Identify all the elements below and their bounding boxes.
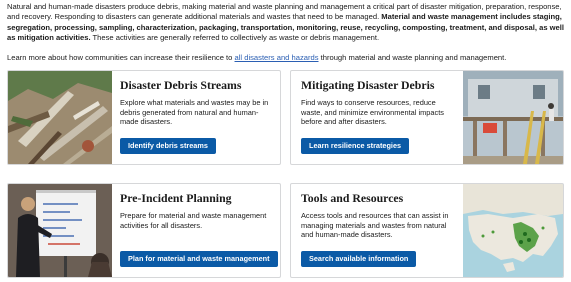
- card-body: Disaster Debris Streams Explore what mat…: [120, 78, 275, 127]
- card-title: Disaster Debris Streams: [120, 78, 242, 92]
- learn-more-paragraph: Learn more about how communities can inc…: [7, 53, 567, 63]
- card-pre-incident-planning: Pre-Incident Planning Prepare for materi…: [7, 183, 281, 278]
- plan-material-waste-management-button[interactable]: Plan for material and waste management: [120, 251, 278, 267]
- debris-photo: [8, 71, 112, 164]
- planning-meeting-photo: [8, 184, 112, 277]
- identify-debris-streams-button[interactable]: Identify debris streams: [120, 138, 216, 154]
- card-description: Access tools and resources that can assi…: [301, 211, 449, 240]
- card-title: Tools and Resources: [301, 191, 404, 205]
- intro-paragraph: Natural and human-made disasters produce…: [7, 2, 567, 43]
- card-description: Prepare for material and waste managemen…: [120, 211, 267, 230]
- card-description: Explore what materials and wastes may be…: [120, 98, 269, 127]
- card-title: Mitigating Disaster Debris: [301, 78, 435, 92]
- card-tools-and-resources: Tools and Resources Access tools and res…: [290, 183, 564, 278]
- card-body: Pre-Incident Planning Prepare for materi…: [120, 191, 275, 230]
- card-title: Pre-Incident Planning: [120, 191, 232, 205]
- learn-more-text-end: through material and waste planning and …: [318, 53, 507, 62]
- card-body: Mitigating Disaster Debris Find ways to …: [301, 78, 459, 127]
- card-disaster-debris-streams: Disaster Debris Streams Explore what mat…: [7, 70, 281, 165]
- card-description: Find ways to conserve resources, reduce …: [301, 98, 444, 127]
- learn-resilience-strategies-button[interactable]: Learn resilience strategies: [301, 138, 410, 154]
- all-disasters-link[interactable]: all disasters and hazards: [235, 53, 319, 62]
- search-available-information-button[interactable]: Search available information: [301, 251, 417, 267]
- card-mitigating-disaster-debris: Mitigating Disaster Debris Find ways to …: [290, 70, 564, 165]
- learn-more-text: Learn more about how communities can inc…: [7, 53, 235, 62]
- card-body: Tools and Resources Access tools and res…: [301, 191, 459, 240]
- elevated-house-photo: [463, 71, 563, 164]
- intro-text-end: These activities are generally referred …: [90, 32, 380, 42]
- us-map-photo: [463, 184, 563, 277]
